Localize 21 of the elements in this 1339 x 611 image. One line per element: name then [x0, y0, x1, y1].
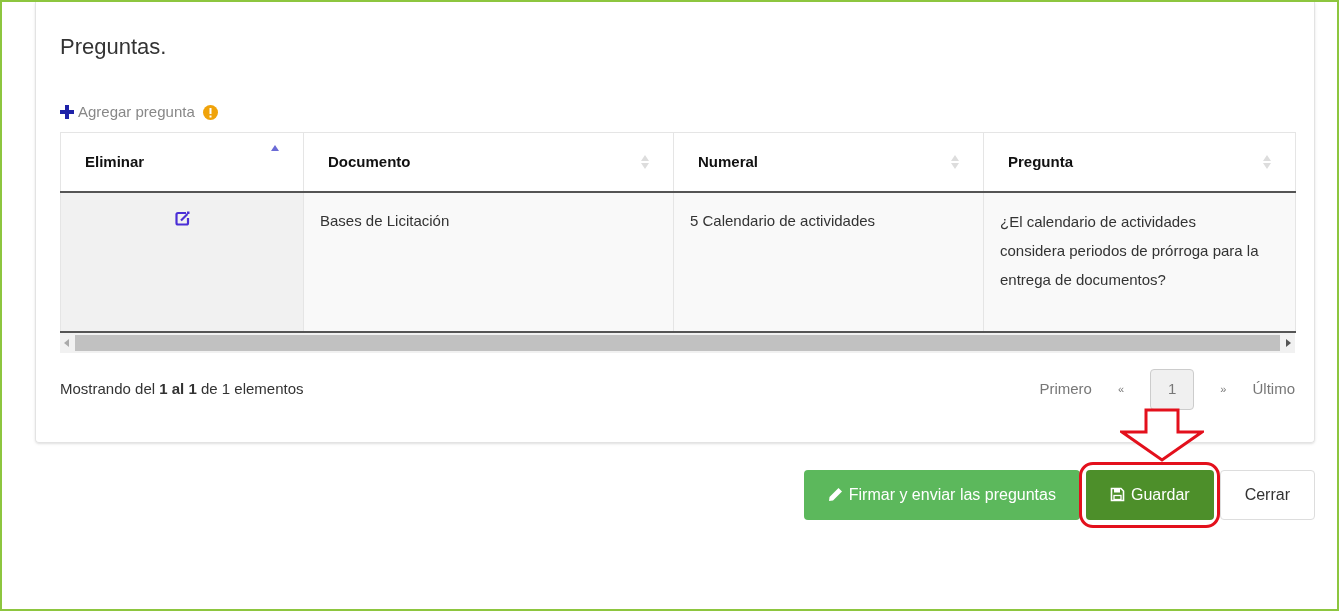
column-header[interactable]: Documento: [328, 150, 411, 173]
next-page-link[interactable]: »: [1220, 381, 1227, 398]
column-header[interactable]: Eliminar: [85, 150, 145, 173]
pencil-icon: [827, 487, 843, 502]
table-info: Mostrando del 1 al 1 de 1 elementos: [60, 379, 304, 399]
horizontal-scrollbar[interactable]: [60, 333, 1295, 353]
edit-icon[interactable]: [174, 211, 190, 226]
scroll-right-icon[interactable]: [1286, 339, 1291, 347]
section-title: Preguntas.: [60, 33, 168, 61]
previous-page-link[interactable]: «: [1117, 381, 1124, 398]
add-question-link[interactable]: Agregar pregunta: [60, 101, 195, 124]
warning-icon: [202, 104, 218, 120]
save-button[interactable]: Guardar: [1085, 469, 1214, 520]
last-page-link[interactable]: Último: [1252, 378, 1295, 401]
close-button[interactable]: Cerrar: [1219, 469, 1315, 520]
column-header[interactable]: Numeral: [698, 150, 759, 173]
first-page-link[interactable]: Primero: [1039, 378, 1092, 401]
column-header[interactable]: Pregunta: [1008, 150, 1073, 173]
page-button[interactable]: 1: [1150, 369, 1195, 410]
plus-icon: [60, 105, 74, 120]
down-arrow-icon: [1119, 407, 1204, 462]
